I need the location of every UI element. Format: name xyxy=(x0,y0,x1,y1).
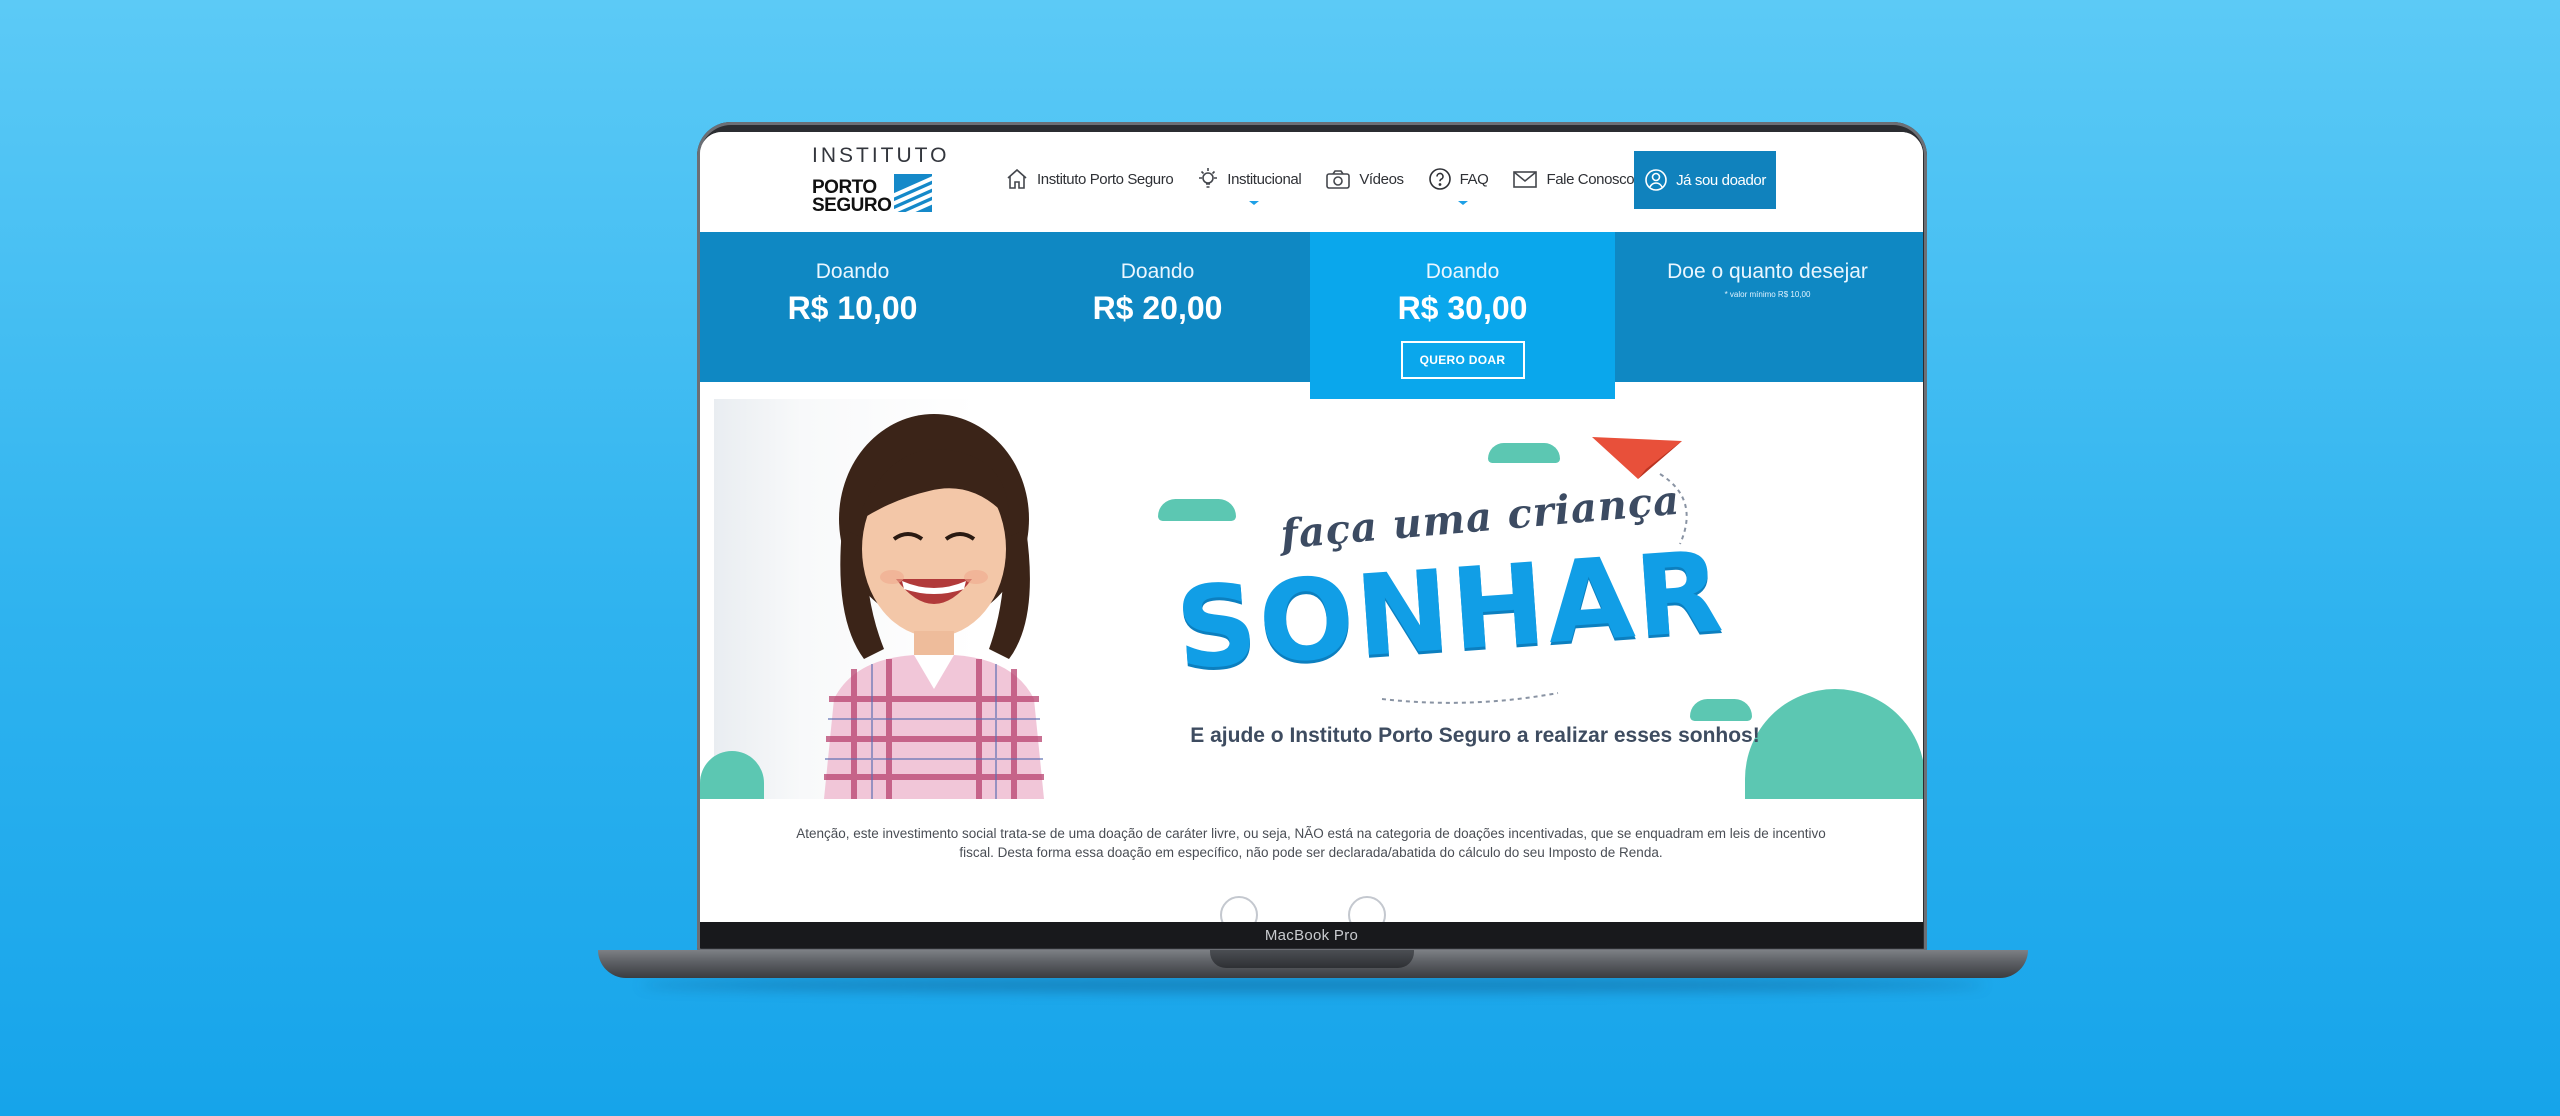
cloud-decoration xyxy=(1488,443,1560,463)
nav-label-faq: FAQ xyxy=(1459,170,1489,188)
mail-icon xyxy=(1513,171,1538,188)
donor-button-label: Já sou doador xyxy=(1676,171,1766,189)
cloud-decoration xyxy=(1158,499,1236,521)
cloud-decoration xyxy=(1745,689,1923,799)
tier-amount: R$ 10,00 xyxy=(787,290,918,326)
hero-banner: faça uma criança SONHAR E ajude o Instit… xyxy=(700,399,1923,799)
logo-top-text: INSTITUTO xyxy=(812,144,950,167)
donation-tier-20[interactable]: Doando R$ 20,00 xyxy=(1005,232,1310,382)
child-illustration xyxy=(824,414,1044,799)
tier-amount: R$ 30,00 xyxy=(1397,290,1528,326)
tier-note: * valor mínimo R$ 10,00 xyxy=(1724,290,1811,299)
logo[interactable]: INSTITUTO PORTO SEGURO xyxy=(812,144,946,224)
nav-label-videos: Vídeos xyxy=(1359,170,1404,188)
laptop-shadow xyxy=(640,978,1985,992)
tier-amount: R$ 20,00 xyxy=(1092,290,1223,326)
gift-icon xyxy=(1220,896,1258,922)
logo-line-2: SEGURO xyxy=(812,195,892,216)
target-icon xyxy=(1348,896,1386,922)
quero-doar-button[interactable]: QUERO DOAR xyxy=(1400,341,1525,379)
slogan-main: SONHAR xyxy=(1171,527,1728,695)
tier-heading: Doando xyxy=(1120,260,1195,283)
nav-label-fale-conosco: Fale Conosco xyxy=(1546,170,1635,188)
donation-tier-custom[interactable]: Doe o quanto desejar * valor mínimo R$ 1… xyxy=(1615,232,1920,382)
nav-item-fale-conosco[interactable]: Fale Conosco xyxy=(1512,169,1635,189)
site-header: INSTITUTO PORTO SEGURO Instituto Porto S… xyxy=(700,132,1923,232)
nav-item-institucional[interactable]: Institucional xyxy=(1197,167,1302,205)
nav-label-instituto: Instituto Porto Seguro xyxy=(1037,170,1174,188)
tier-heading: Doe o quanto desejar xyxy=(1667,260,1868,283)
browser-viewport: INSTITUTO PORTO SEGURO Instituto Porto S… xyxy=(700,132,1923,922)
logo-mark-icon xyxy=(894,174,932,212)
chevron-down-icon xyxy=(1458,201,1469,205)
user-icon xyxy=(1645,169,1667,191)
ja-sou-doador-button[interactable]: Já sou doador xyxy=(1634,151,1776,209)
home-icon xyxy=(1007,168,1027,189)
laptop-notch xyxy=(1210,950,1414,968)
donation-tier-10[interactable]: Doando R$ 10,00 xyxy=(700,232,1005,382)
tier-heading: Doando xyxy=(815,260,890,283)
slogan-subtitle: E ajude o Instituto Porto Seguro a reali… xyxy=(1190,724,1760,747)
nav-label-institucional: Institucional xyxy=(1227,170,1302,188)
model-label: MacBook Pro xyxy=(1264,927,1359,944)
tax-notice: Atenção, este investimento social trata-… xyxy=(796,826,1826,860)
lightbulb-icon xyxy=(1199,168,1218,188)
nav-item-instituto[interactable]: Instituto Porto Seguro xyxy=(1005,167,1174,191)
main-nav: Instituto Porto Seguro Institucional Víd… xyxy=(1005,154,1658,205)
donation-tier-30[interactable]: Doando R$ 30,00 QUERO DOAR xyxy=(1310,232,1615,399)
tier-heading: Doando xyxy=(1425,260,1500,283)
cloud-decoration xyxy=(1690,699,1752,721)
camera-icon xyxy=(1326,170,1351,189)
screen-bezel-bottom: MacBook Pro xyxy=(700,922,1923,948)
nav-item-videos[interactable]: Vídeos xyxy=(1325,168,1404,190)
question-icon xyxy=(1428,168,1451,190)
nav-item-faq[interactable]: FAQ xyxy=(1428,167,1489,205)
child-photo xyxy=(714,399,1154,799)
dashed-trail xyxy=(1381,692,1559,704)
chevron-down-icon xyxy=(1249,201,1260,205)
